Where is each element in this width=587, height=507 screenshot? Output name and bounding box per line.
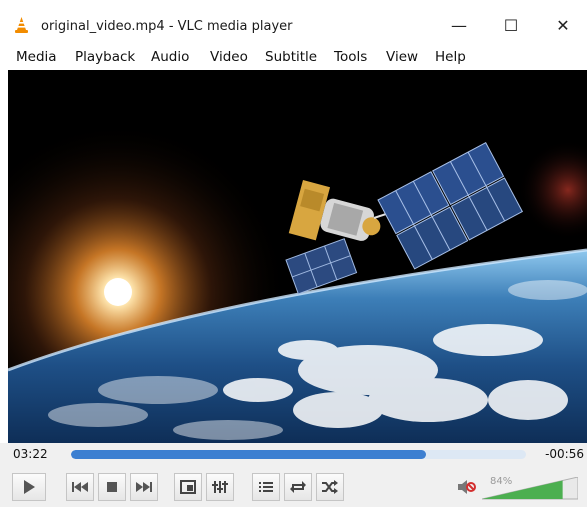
loop-button[interactable] bbox=[284, 473, 312, 501]
stop-icon bbox=[107, 482, 117, 492]
next-button[interactable] bbox=[130, 473, 158, 501]
stop-button[interactable] bbox=[98, 473, 126, 501]
fullscreen-button[interactable] bbox=[174, 473, 202, 501]
minimize-icon: — bbox=[451, 15, 467, 35]
vlc-cone-icon bbox=[15, 17, 28, 33]
video-frame bbox=[8, 70, 587, 443]
playlist-button[interactable] bbox=[252, 473, 280, 501]
loop-icon bbox=[290, 481, 306, 493]
previous-button[interactable] bbox=[66, 473, 94, 501]
menu-subtitle[interactable]: Subtitle bbox=[265, 49, 317, 65]
minimize-button[interactable]: — bbox=[436, 10, 482, 40]
close-icon: ✕ bbox=[556, 15, 570, 35]
close-button[interactable]: ✕ bbox=[540, 10, 586, 40]
menu-playback[interactable]: Playback bbox=[75, 49, 135, 65]
equalizer-icon bbox=[212, 481, 228, 493]
menu-tools[interactable]: Tools bbox=[334, 49, 367, 65]
extended-settings-button[interactable] bbox=[206, 473, 234, 501]
menu-video[interactable]: Video bbox=[210, 49, 248, 65]
title-bar: original_video.mp4 - VLC media player — … bbox=[0, 0, 587, 42]
shuffle-icon bbox=[322, 480, 338, 494]
fullscreen-icon bbox=[180, 480, 196, 494]
play-button[interactable] bbox=[12, 473, 46, 501]
shuffle-button[interactable] bbox=[316, 473, 344, 501]
maximize-button[interactable]: ☐ bbox=[488, 10, 534, 40]
menu-media[interactable]: Media bbox=[16, 49, 57, 65]
menu-view[interactable]: View bbox=[386, 49, 418, 65]
seek-row: 03:22 -00:56 bbox=[0, 443, 587, 467]
video-display[interactable] bbox=[8, 70, 587, 443]
menu-audio[interactable]: Audio bbox=[151, 49, 189, 65]
mute-icon[interactable] bbox=[457, 480, 477, 494]
elapsed-time[interactable]: 03:22 bbox=[13, 447, 48, 461]
skip-next-icon bbox=[136, 482, 152, 492]
menu-bar: Media Playback Audio Video Subtitle Tool… bbox=[0, 42, 587, 70]
seek-slider[interactable] bbox=[71, 450, 526, 459]
seek-progress bbox=[71, 450, 426, 459]
skip-previous-icon bbox=[72, 482, 88, 492]
remaining-time[interactable]: -00:56 bbox=[545, 447, 584, 461]
volume-slider[interactable] bbox=[482, 477, 578, 501]
menu-help[interactable]: Help bbox=[435, 49, 466, 65]
window-title: original_video.mp4 - VLC media player bbox=[41, 19, 293, 34]
maximize-icon: ☐ bbox=[503, 15, 519, 35]
play-icon bbox=[24, 480, 35, 494]
playlist-icon bbox=[259, 482, 273, 492]
